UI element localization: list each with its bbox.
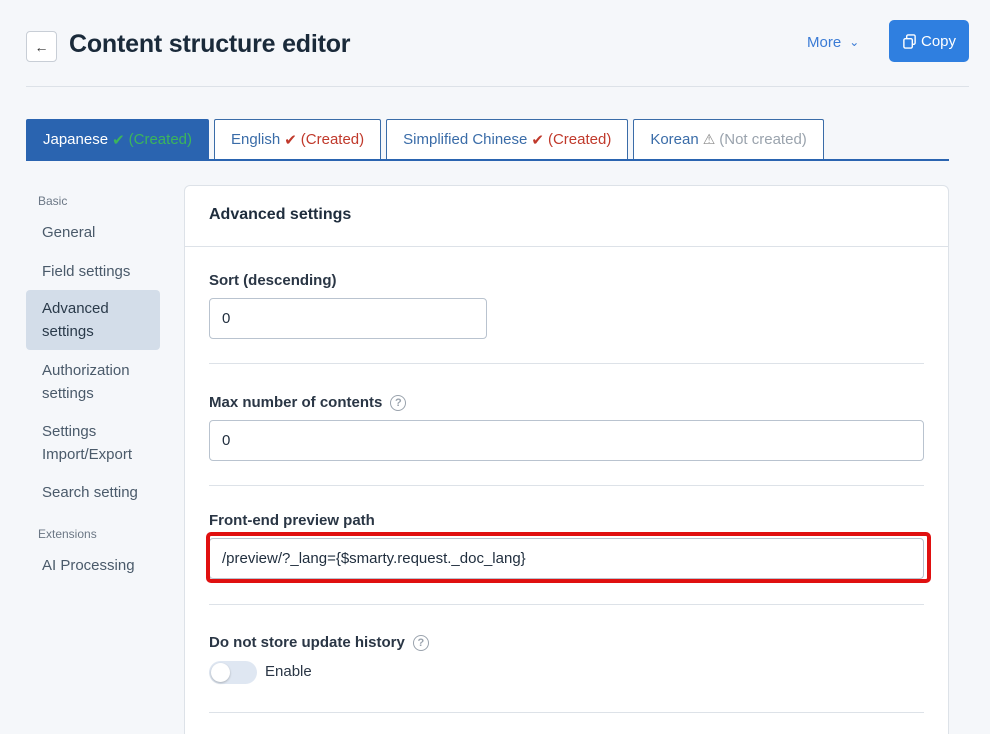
tab-japanese[interactable]: Japanese ✔ (Created): [26, 119, 209, 159]
sidebar-item-field-settings[interactable]: Field settings: [26, 260, 160, 283]
arrow-left-icon: ←: [34, 38, 49, 55]
toggle-knob: [211, 663, 230, 682]
update-history-toggle[interactable]: [209, 661, 257, 684]
panel-title: Advanced settings: [209, 206, 352, 223]
max-contents-label-text: Max number of contents: [209, 394, 383, 411]
tab-status: (Created): [128, 131, 192, 148]
sort-label: Sort (descending): [209, 272, 337, 289]
tab-english[interactable]: English ✔ (Created): [214, 119, 382, 159]
advanced-settings-panel: Advanced settings Sort (descending) Max …: [184, 185, 949, 734]
sidebar-section-basic: Basic: [38, 194, 68, 208]
tab-label: Simplified Chinese: [403, 131, 528, 148]
panel-header-divider: [185, 246, 948, 247]
warning-icon: ⚠: [702, 131, 716, 147]
field-divider: [209, 363, 924, 364]
update-history-label-text: Do not store update history: [209, 634, 405, 651]
copy-icon: [903, 33, 916, 49]
help-icon[interactable]: ?: [412, 634, 429, 651]
tab-status: (Created): [547, 131, 612, 148]
more-label: More: [807, 33, 842, 51]
tab-label: Korean: [650, 131, 699, 148]
tab-simplified-chinese[interactable]: Simplified Chinese ✔ (Created): [386, 119, 629, 159]
chevron-down-icon: ⌄: [849, 35, 860, 49]
language-tabs: Japanese ✔ (Created) English ✔ (Created)…: [26, 119, 824, 159]
field-divider: [209, 604, 924, 605]
tab-status: (Created): [300, 131, 365, 148]
sidebar-item-general[interactable]: General: [26, 221, 160, 244]
tab-label: English: [231, 131, 281, 148]
tab-underline: [26, 159, 949, 161]
sidebar-item-advanced-settings[interactable]: Advanced settings: [26, 290, 160, 350]
more-dropdown[interactable]: More ⌄: [807, 32, 859, 52]
preview-path-label-text: Front-end preview path: [209, 512, 375, 529]
back-button[interactable]: ←: [26, 31, 57, 62]
sidebar-item-authorization-settings[interactable]: Authorization settings: [26, 359, 160, 405]
toggle-label: Enable: [265, 663, 312, 680]
max-contents-input[interactable]: [209, 420, 924, 461]
sidebar-item-ai-processing[interactable]: AI Processing: [26, 554, 160, 577]
field-divider: [209, 712, 924, 713]
sort-input[interactable]: [209, 298, 487, 339]
update-history-label: Do not store update history ?: [209, 634, 429, 651]
tab-label: Japanese: [43, 131, 109, 148]
check-icon: ✔: [112, 131, 125, 149]
sidebar-section-extensions: Extensions: [38, 527, 97, 541]
tab-korean[interactable]: Korean ⚠ (Not created): [633, 119, 824, 159]
check-icon: ✔: [284, 131, 297, 149]
sidebar-item-settings-import-export[interactable]: Settings Import/Export: [26, 420, 160, 466]
copy-button[interactable]: Copy: [889, 20, 969, 62]
preview-path-label: Front-end preview path: [209, 512, 375, 529]
header-divider: [26, 86, 969, 87]
field-divider: [209, 485, 924, 486]
sidebar-item-search-setting[interactable]: Search setting: [26, 481, 160, 504]
sort-label-text: Sort (descending): [209, 272, 337, 289]
page-title: Content structure editor: [69, 30, 351, 58]
max-contents-label: Max number of contents ?: [209, 394, 407, 411]
preview-path-input[interactable]: [209, 538, 924, 579]
help-icon[interactable]: ?: [390, 394, 407, 411]
copy-label: Copy: [920, 32, 957, 50]
tab-status: (Not created): [719, 131, 807, 148]
check-icon: ✔: [531, 131, 544, 149]
